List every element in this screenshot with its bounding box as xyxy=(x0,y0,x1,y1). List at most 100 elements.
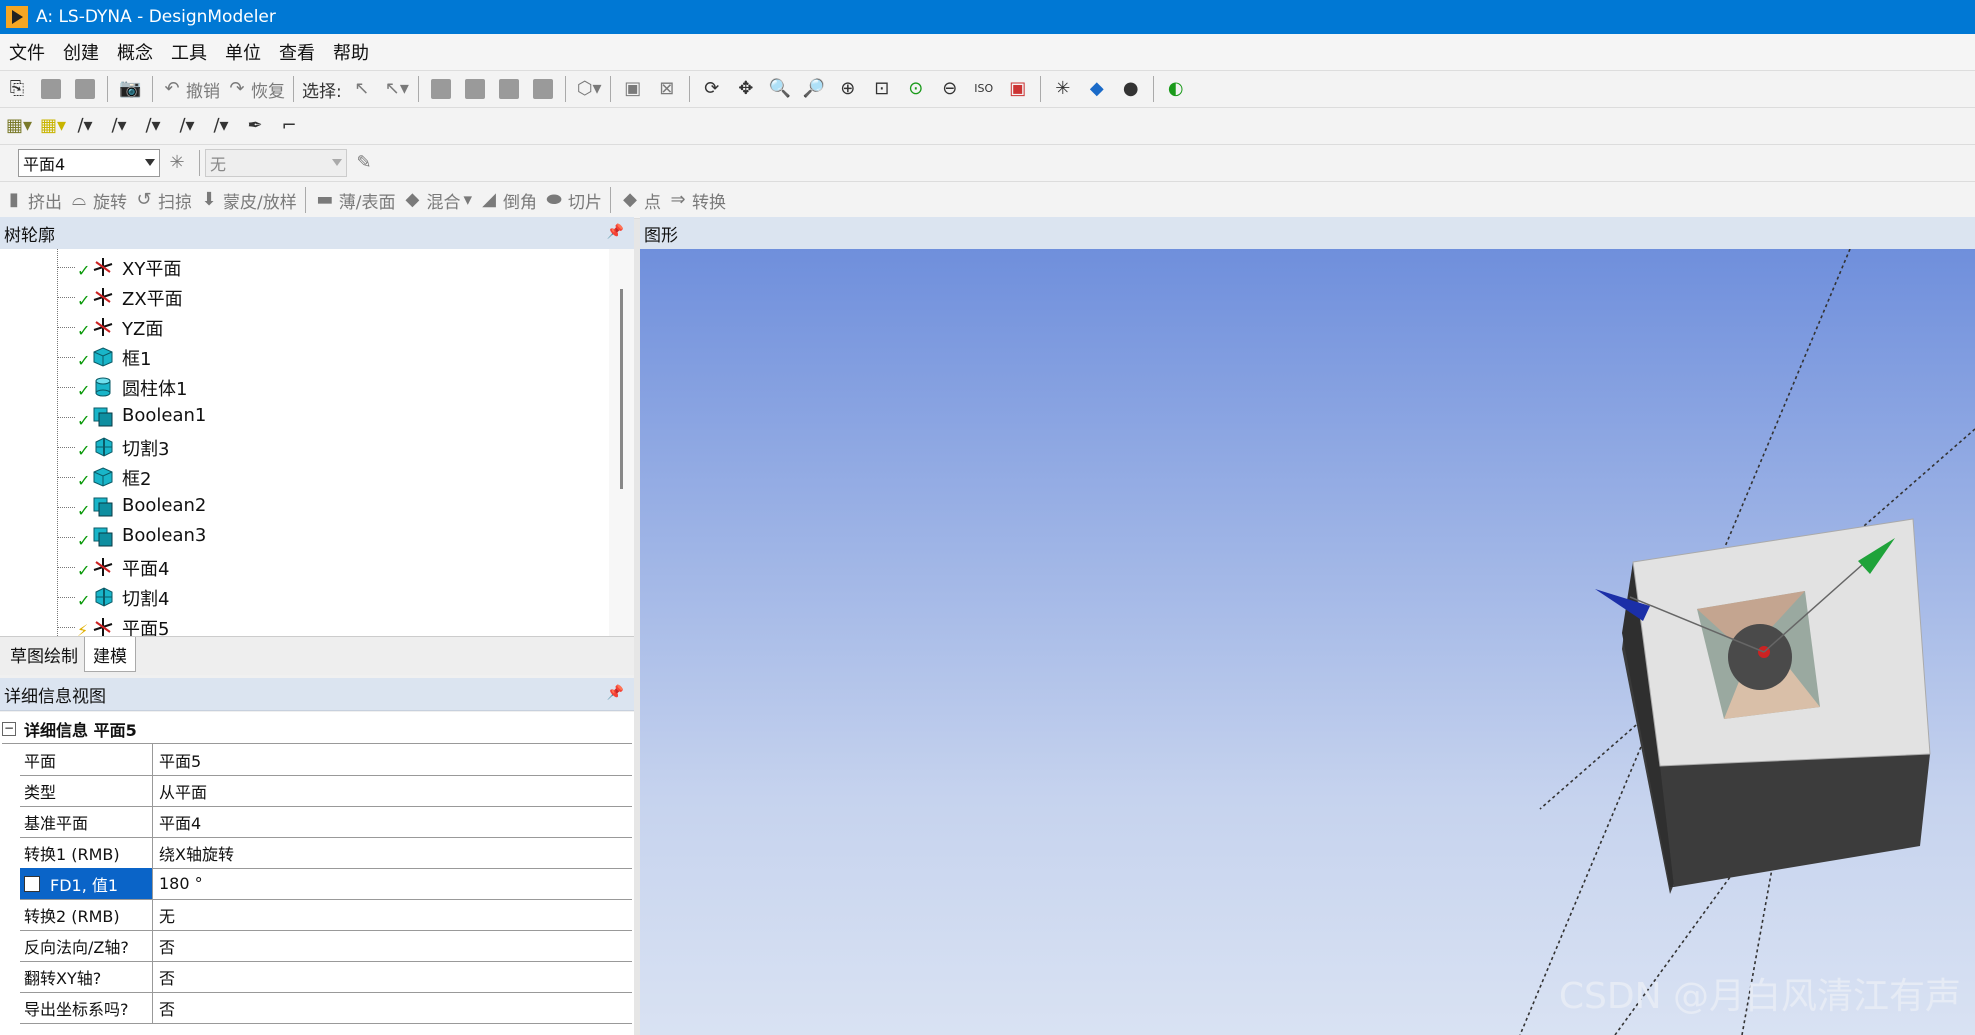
slice-button[interactable]: ⬬ 切片 xyxy=(543,186,602,214)
chamfer-button[interactable]: ◢ 倒角 xyxy=(478,186,537,214)
pin-icon[interactable]: 📌 xyxy=(607,224,624,240)
redo-button[interactable]: ↷ 恢复 xyxy=(226,75,285,103)
tree-item[interactable]: ⚡ 平面5 xyxy=(0,612,600,636)
iso-view-button[interactable]: ISO xyxy=(970,75,998,103)
sweep-button[interactable]: ↺ 扫掠 xyxy=(133,186,192,214)
pin-icon[interactable]: 📌 xyxy=(607,685,624,701)
color-display-button[interactable]: ▦▾ xyxy=(3,112,32,140)
details-value[interactable]: 从平面 xyxy=(153,775,207,806)
tab-sketching[interactable]: 草图绘制 xyxy=(2,637,86,671)
zoom-window-button[interactable]: ⊡ xyxy=(868,75,896,103)
new-file-button[interactable]: ⎘ xyxy=(3,75,31,103)
revolve-button[interactable]: ⌓ 旋转 xyxy=(68,186,127,214)
edge-display-button[interactable]: ▦▾ xyxy=(37,112,66,140)
sketch-tool-5[interactable]: ∕▾ xyxy=(207,112,235,140)
zoom-button[interactable]: 🔍 xyxy=(766,75,794,103)
display-model-toggle[interactable]: ◆ xyxy=(1083,75,1111,103)
tab-modeling[interactable]: 建模 xyxy=(84,637,136,672)
new-plane-button[interactable]: ✳ xyxy=(163,149,191,177)
select-face-button[interactable] xyxy=(495,75,523,103)
menu-help[interactable]: 帮助 xyxy=(324,39,378,65)
tree-item[interactable]: ✓ 框2 xyxy=(0,462,600,492)
select-body-button[interactable] xyxy=(529,75,557,103)
menu-concept[interactable]: 概念 xyxy=(108,39,162,65)
extend-selection-button[interactable]: ⬡▾ xyxy=(574,75,602,103)
screenshot-button[interactable]: 📷 xyxy=(116,75,144,103)
tree-item[interactable]: ✓ 平面4 xyxy=(0,552,600,582)
tree-item[interactable]: ✓ 切割3 xyxy=(0,432,600,462)
details-value[interactable]: 否 xyxy=(153,961,175,992)
details-value[interactable]: 平面5 xyxy=(153,744,201,775)
tree-item[interactable]: ✓ XY平面 xyxy=(0,252,600,282)
sketch-tool-2[interactable]: ∕▾ xyxy=(105,112,133,140)
convert-button[interactable]: ⇒ 转换 xyxy=(667,186,726,214)
menu-units[interactable]: 单位 xyxy=(216,39,270,65)
pan-button[interactable]: ✥ xyxy=(732,75,760,103)
select-edge-button[interactable] xyxy=(461,75,489,103)
details-value[interactable]: 180 ° xyxy=(153,868,203,899)
select-mode-button[interactable]: ↖ xyxy=(348,75,376,103)
sketch-tool-1[interactable]: ∕▾ xyxy=(71,112,99,140)
plane-dropdown[interactable]: 平面4 xyxy=(18,149,160,177)
zoom-fit-button[interactable]: ⊙ xyxy=(902,75,930,103)
menu-tools[interactable]: 工具 xyxy=(162,39,216,65)
details-value[interactable]: 无 xyxy=(153,899,175,930)
undo-button[interactable]: ↶ 撤销 xyxy=(161,75,220,103)
graphics-viewport[interactable]: CSDN @月白风清江有声 xyxy=(640,249,1975,1035)
collapse-icon[interactable]: − xyxy=(2,722,16,736)
details-row[interactable]: 类型 从平面 xyxy=(20,775,632,807)
select-all-button[interactable]: ▣ xyxy=(619,75,647,103)
tree-item[interactable]: ✓ 框1 xyxy=(0,342,600,372)
tree-item[interactable]: ✓ 切割4 xyxy=(0,582,600,612)
details-row[interactable]: 翻转XY轴? 否 xyxy=(20,961,632,993)
tree-item[interactable]: ✓ ZX平面 xyxy=(0,282,600,312)
display-point-toggle[interactable]: ● xyxy=(1117,75,1145,103)
tree-item[interactable]: ✓ YZ面 xyxy=(0,312,600,342)
details-value[interactable]: 平面4 xyxy=(153,806,201,837)
details-row[interactable]: 反向法向/Z轴? 否 xyxy=(20,930,632,962)
zoom-in-button[interactable]: 🔎 xyxy=(800,75,828,103)
sketch-dropdown[interactable]: 无 xyxy=(205,149,347,177)
skin-loft-button[interactable]: ⬇ 蒙皮/放样 xyxy=(198,186,296,214)
tree-item[interactable]: ✓ 圆柱体1 xyxy=(0,372,600,402)
tree-item[interactable]: ✓ Boolean2 xyxy=(0,492,600,522)
sketch-tool-7[interactable]: ⌐ xyxy=(275,112,303,140)
rotate-button[interactable]: ⟳ xyxy=(698,75,726,103)
select-vertex-button[interactable] xyxy=(427,75,455,103)
save-button[interactable] xyxy=(37,75,65,103)
extrude-button[interactable]: ▮ 挤出 xyxy=(3,186,62,214)
thin-surface-button[interactable]: ▬ 薄/表面 xyxy=(314,186,395,214)
details-row[interactable]: 平面 平面5 xyxy=(20,744,632,776)
details-row[interactable]: 转换2 (RMB) 无 xyxy=(20,899,632,931)
tree-item[interactable]: ✓ Boolean3 xyxy=(0,522,600,552)
look-at-button[interactable]: ◐ xyxy=(1162,75,1190,103)
tree-item[interactable]: ✓ Boolean1 xyxy=(0,402,600,432)
menu-file[interactable]: 文件 xyxy=(0,39,54,65)
blend-button[interactable]: ◆ 混合 ▾ xyxy=(401,186,472,214)
select-filter-button[interactable]: ↖▾ xyxy=(382,75,410,103)
zoom-box-button[interactable]: ⊕ xyxy=(834,75,862,103)
export-button[interactable] xyxy=(71,75,99,103)
sketch-tool-4[interactable]: ∕▾ xyxy=(173,112,201,140)
details-row[interactable]: 导出坐标系吗? 否 xyxy=(20,992,632,1024)
sketch-tool-6[interactable]: ✒ xyxy=(241,112,269,140)
details-row[interactable]: 基准平面 平面4 xyxy=(20,806,632,838)
details-group-header[interactable]: − 详细信息 平面5 xyxy=(2,715,632,744)
zoom-out-button[interactable]: ⊖ xyxy=(936,75,964,103)
menu-view[interactable]: 查看 xyxy=(270,39,324,65)
display-plane-toggle[interactable]: ✳ xyxy=(1049,75,1077,103)
model-view[interactable] xyxy=(640,249,1975,1035)
tree-scrollbar[interactable] xyxy=(609,249,634,636)
details-row[interactable]: FD1, 值1 180 ° xyxy=(20,868,632,900)
sketch-tool-3[interactable]: ∕▾ xyxy=(139,112,167,140)
point-button[interactable]: ◆ 点 xyxy=(619,186,661,214)
details-value[interactable]: 绕X轴旋转 xyxy=(153,837,234,868)
details-value[interactable]: 否 xyxy=(153,930,175,961)
details-value[interactable]: 否 xyxy=(153,992,175,1023)
parameter-checkbox[interactable] xyxy=(24,875,40,892)
display-plane-button[interactable]: ▣ xyxy=(1004,75,1032,103)
details-row[interactable]: 转换1 (RMB) 绕X轴旋转 xyxy=(20,837,632,869)
menu-create[interactable]: 创建 xyxy=(54,39,108,65)
scroll-thumb[interactable] xyxy=(620,289,623,489)
new-sketch-button[interactable]: ✎ xyxy=(350,149,378,177)
